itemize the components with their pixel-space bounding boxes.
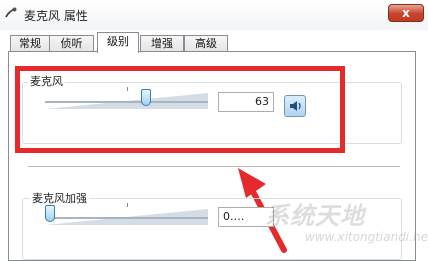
boost-label: 麦克风加强 bbox=[30, 190, 89, 206]
boost-slider[interactable] bbox=[45, 203, 208, 225]
window-title: 麦克风 属性 bbox=[24, 9, 88, 23]
tab-enhancements[interactable]: 增强 bbox=[140, 35, 184, 52]
tab-levels[interactable]: 级别 bbox=[97, 32, 139, 53]
title-bar: 麦克风 属性 x bbox=[0, 0, 428, 30]
tab-general[interactable]: 常规 bbox=[10, 35, 50, 52]
close-button[interactable]: x bbox=[388, 4, 424, 22]
tab-advanced[interactable]: 高级 bbox=[184, 35, 228, 52]
watermark-url: www.xitongtiandi.net bbox=[305, 230, 428, 244]
tab-strip: 常规 侦听 级别 增强 高级 bbox=[0, 30, 428, 53]
tab-listen[interactable]: 侦听 bbox=[49, 35, 94, 52]
boost-slider-thumb[interactable] bbox=[45, 205, 55, 222]
group-separator bbox=[28, 166, 400, 167]
highlight-frame bbox=[15, 66, 345, 153]
watermark-logo: 系统天地 bbox=[265, 202, 365, 230]
microphone-icon bbox=[5, 7, 17, 18]
